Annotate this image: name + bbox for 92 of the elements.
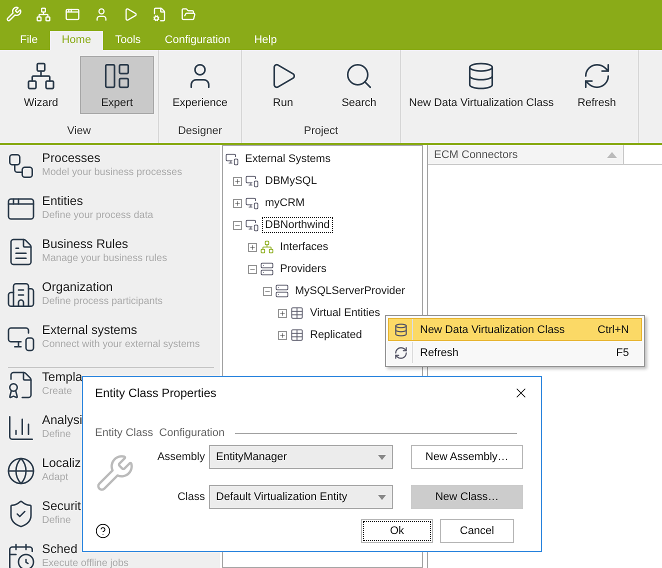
expander[interactable] [233, 220, 242, 230]
document-gear-icon[interactable] [152, 6, 167, 22]
tree-item[interactable]: DBNorthwind [262, 217, 333, 233]
window-icon[interactable] [65, 6, 80, 22]
ribbon-button[interactable]: New Data Virtualization Class [405, 56, 558, 114]
tree-item[interactable]: Interfaces [277, 239, 332, 255]
nav-item-description: Connect with your external systems [42, 338, 200, 352]
menu-item[interactable]: New Data Virtualization Class Ctrl+N [388, 318, 642, 341]
nav-item-description: Manage your business rules [42, 252, 168, 266]
globe-icon [6, 456, 36, 486]
plus-icon [279, 310, 286, 316]
nav-item-description: Define your process data [42, 209, 154, 223]
device-icon [245, 218, 259, 232]
tree-item[interactable]: myCRM [262, 195, 308, 211]
plus-icon [249, 244, 256, 250]
nav-item-title[interactable]: Templa [42, 370, 82, 385]
server-icon [275, 284, 289, 298]
select-field[interactable]: EntityManager [209, 445, 393, 469]
database-icon [394, 322, 408, 336]
device-icon [245, 174, 259, 188]
ribbon-button[interactable]: Refresh [560, 56, 634, 114]
flowchart-icon [6, 151, 36, 181]
expander[interactable] [278, 308, 287, 318]
nav-item-description: Execute offline jobs [42, 557, 129, 568]
interface-icon [260, 240, 274, 254]
ribbon-button[interactable]: Search [322, 56, 396, 114]
device-icon [245, 196, 259, 210]
nav-item-title[interactable]: Organization [42, 280, 163, 295]
group-label: Designer [178, 125, 222, 137]
dropdown-arrow-icon [378, 454, 386, 460]
ribbon-button[interactable]: Experience [163, 56, 237, 114]
search-icon [344, 61, 374, 91]
layout-icon [102, 61, 132, 91]
ribbon-button[interactable]: Wizard [4, 56, 78, 114]
plus-icon [279, 332, 286, 338]
nav-item-description: Define process participants [42, 295, 163, 309]
tree-item[interactable]: DBMySQL [262, 173, 320, 189]
tree-item[interactable]: External Systems [242, 151, 334, 167]
tree-item[interactable]: Providers [277, 261, 330, 277]
nav-item-description: Define [42, 428, 72, 442]
plus-icon [234, 200, 241, 206]
table-icon [290, 328, 304, 342]
nav-item-title[interactable]: Securit [42, 499, 81, 514]
expander[interactable] [233, 176, 242, 186]
nav-item-description: Model your business processes [42, 166, 182, 180]
expander[interactable] [248, 242, 257, 252]
nav-item-title[interactable]: Localiz [42, 456, 81, 471]
dialog-button[interactable]: Cancel [440, 519, 514, 543]
dialog-button[interactable]: New Assembly… [411, 445, 523, 469]
wrench-icon [95, 453, 135, 493]
folder-icon[interactable] [181, 6, 196, 22]
bar-chart-icon [6, 413, 36, 443]
section-title: Entity Class Configuration [95, 427, 225, 439]
nav-item-title[interactable]: Entities [42, 194, 154, 209]
group-label: View [67, 125, 91, 137]
menu-item[interactable]: Refresh F5 [388, 341, 642, 364]
help-icon[interactable] [95, 523, 111, 539]
ribbon-button[interactable]: Run [246, 56, 320, 114]
field-label: Assembly [156, 451, 205, 463]
tree-item[interactable]: MySQLServerProvider [292, 283, 408, 299]
dropdown-arrow-icon [378, 494, 386, 500]
tree-item[interactable]: Virtual Entities [307, 305, 384, 321]
dialog-button[interactable]: New Class… [411, 485, 523, 509]
refresh-icon [394, 346, 408, 360]
tree-item[interactable]: Replicated [307, 327, 365, 343]
nav-item-description: Create [42, 385, 74, 399]
nav-item-title[interactable]: External systems [42, 323, 200, 338]
expander[interactable] [263, 286, 272, 296]
expander[interactable] [233, 198, 242, 208]
nav-item-title[interactable]: Business Rules [42, 237, 168, 252]
nav-item-title[interactable]: Processes [42, 151, 182, 166]
dialog-button[interactable]: Ok [361, 519, 433, 543]
nav-item-title[interactable]: Analysi [42, 413, 82, 428]
group-label: Project [304, 125, 338, 137]
dialog-title: Entity Class Properties [95, 386, 216, 400]
nav-item-description: Define [42, 514, 72, 528]
nav-item-description: Adapt [42, 471, 70, 485]
column-title: ECM Connectors [434, 148, 518, 160]
server-icon [260, 262, 274, 276]
person-icon[interactable] [94, 6, 109, 22]
expander[interactable] [278, 330, 287, 340]
select-field[interactable]: Default Virtualization Entity [209, 485, 393, 509]
building-icon [6, 280, 36, 310]
column-header[interactable]: ECM Connectors [428, 145, 624, 164]
play-icon[interactable] [123, 6, 138, 22]
ribbon-button[interactable]: Expert [80, 56, 154, 114]
calendar-clock-icon [6, 542, 36, 568]
expander[interactable] [248, 264, 257, 274]
plus-icon [234, 178, 241, 184]
field-label: Class [176, 491, 205, 503]
device-icon [225, 152, 239, 166]
table-icon [290, 306, 304, 320]
